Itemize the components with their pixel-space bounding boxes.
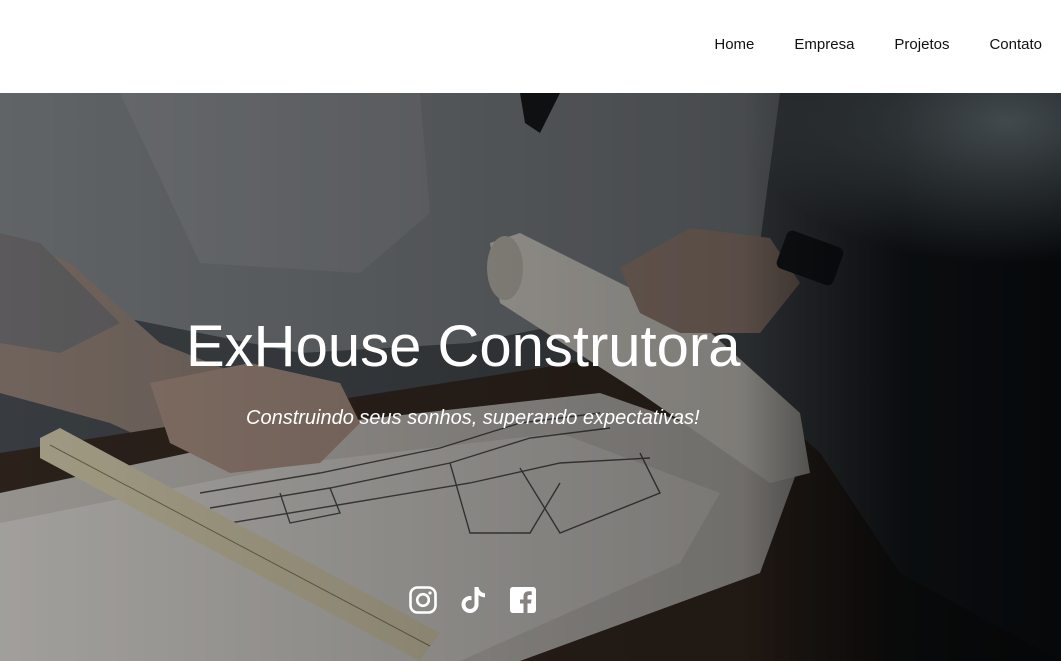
instagram-link[interactable] [408, 585, 438, 615]
facebook-icon [510, 587, 536, 613]
nav-link-contato[interactable]: Contato [989, 35, 1042, 55]
main-nav: Home Empresa Projetos Contato [674, 35, 1042, 55]
nav-link-empresa[interactable]: Empresa [794, 35, 854, 55]
social-links [408, 585, 538, 615]
facebook-link[interactable] [508, 585, 538, 615]
navbar: Home Empresa Projetos Contato [0, 0, 1061, 93]
hero-subtitle: Construindo seus sonhos, superando expec… [246, 407, 700, 429]
hero-title: ExHouse Construtora [186, 314, 741, 379]
instagram-icon [409, 586, 437, 614]
tiktok-icon [461, 587, 485, 613]
hero-section: ExHouse Construtora Construindo seus son… [0, 93, 1061, 661]
nav-link-projetos[interactable]: Projetos [894, 35, 949, 55]
tiktok-link[interactable] [458, 585, 488, 615]
nav-link-home[interactable]: Home [714, 35, 754, 55]
